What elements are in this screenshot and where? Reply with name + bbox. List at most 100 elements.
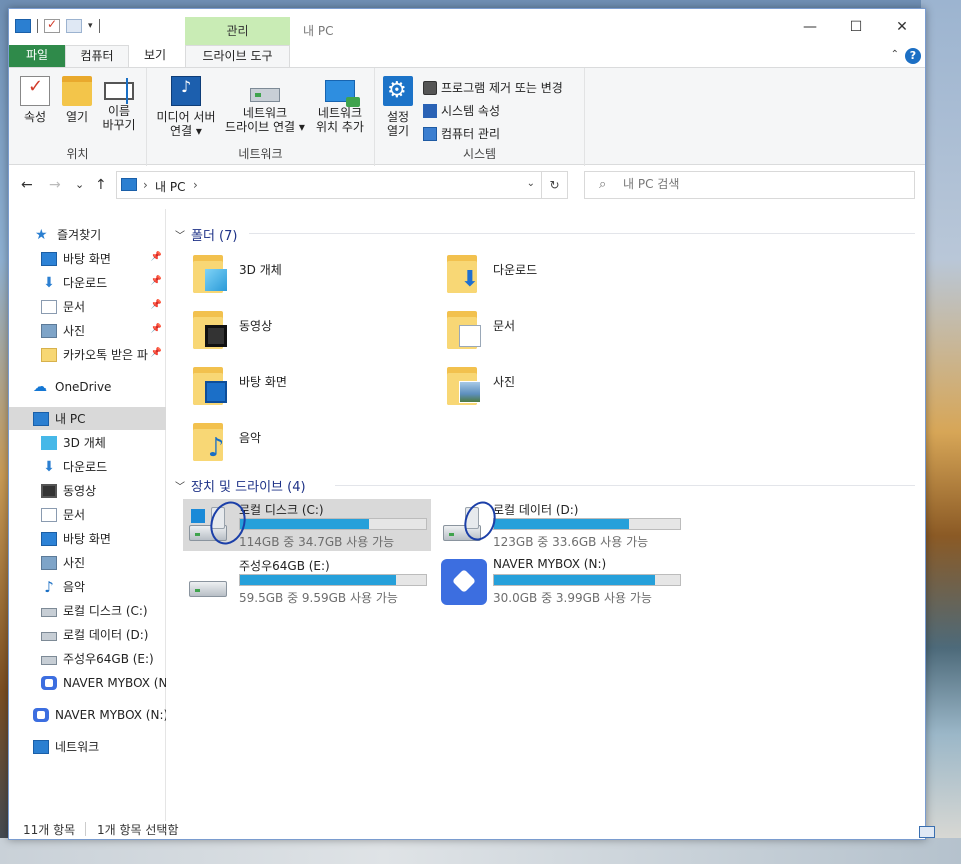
pin-icon[interactable]: 📌: [151, 300, 162, 310]
collapse-ribbon-icon[interactable]: ⌃: [891, 49, 899, 60]
nav-pc-desktop[interactable]: 바탕 화면: [9, 527, 166, 550]
nav-quick-pictures[interactable]: 사진 📌: [9, 319, 166, 342]
title-bar: ▾ 관리 내 PC — ☐ ✕: [9, 9, 925, 45]
music-icon: ♪: [207, 433, 225, 463]
window-controls: — ☐ ✕: [787, 9, 925, 45]
open-button[interactable]: 열기: [57, 76, 97, 124]
tab-drive-tools[interactable]: 드라이브 도구: [185, 45, 290, 67]
nav-quick-desktop[interactable]: 바탕 화면 📌: [9, 247, 166, 270]
map-network-drive-button[interactable]: 네트워크 드라이브 연결 ▾: [221, 76, 309, 134]
drive-e[interactable]: 주성우64GB (E:) 59.5GB 중 9.59GB 사용 가능: [183, 555, 431, 607]
nav-pc-3d-objects[interactable]: 3D 개체: [9, 431, 166, 454]
up-arrow-icon[interactable]: ↑: [95, 177, 107, 193]
nav-quick-downloads[interactable]: ⬇ 다운로드 📌: [9, 271, 166, 294]
breadcrumb-this-pc[interactable]: 내 PC: [155, 178, 185, 195]
maximize-button[interactable]: ☐: [833, 9, 879, 45]
drive-usage-fill: [494, 575, 656, 585]
customize-toolbar-icon[interactable]: ▾: [88, 21, 93, 31]
folder-desktop[interactable]: 바탕 화면: [193, 363, 433, 411]
nav-pc-videos[interactable]: 동영상: [9, 479, 166, 502]
folder-music[interactable]: ♪ 음악: [193, 419, 433, 467]
desktop-icon: [41, 531, 57, 546]
drive-usage-bar: [493, 574, 681, 586]
tab-view[interactable]: 보기: [129, 45, 181, 67]
pin-icon[interactable]: 📌: [151, 324, 162, 334]
nav-pc-drive-e[interactable]: 주성우64GB (E:): [9, 647, 166, 670]
drives-section-header[interactable]: ﹀ 장치 및 드라이브 (4): [175, 476, 306, 495]
minimize-button[interactable]: —: [787, 9, 833, 45]
nav-pc-drive-c[interactable]: 로컬 디스크 (C:): [9, 599, 166, 622]
nav-label: 3D 개체: [63, 436, 106, 450]
drive-n[interactable]: NAVER MYBOX (N:) 30.0GB 중 3.99GB 사용 가능: [437, 555, 685, 607]
folder-downloads[interactable]: ⬇ 다운로드: [447, 251, 687, 299]
section-divider: [335, 485, 915, 486]
nav-onedrive[interactable]: ☁ OneDrive: [9, 375, 166, 398]
nav-quick-documents[interactable]: 문서 📌: [9, 295, 166, 318]
nav-label: 네트워크: [55, 740, 100, 754]
drive-usage-bar: [239, 574, 427, 586]
media-server-button[interactable]: 미디어 서버 연결 ▾: [151, 76, 221, 138]
pin-icon[interactable]: 📌: [151, 276, 162, 286]
tab-computer[interactable]: 컴퓨터: [65, 45, 129, 67]
uninstall-label: 프로그램 제거 또는 변경: [441, 81, 563, 95]
back-arrow-icon[interactable]: ←: [21, 177, 33, 193]
folders-section-header[interactable]: ﹀ 폴더 (7): [175, 225, 237, 244]
this-pc-icon[interactable]: [15, 19, 31, 33]
properties-button[interactable]: 속성: [15, 76, 55, 124]
properties-icon: [20, 76, 50, 106]
media-server-icon: [171, 76, 201, 106]
search-input[interactable]: [623, 177, 903, 191]
nav-pc-music[interactable]: ♪ 음악: [9, 575, 166, 598]
collapse-chevron-icon[interactable]: ﹀: [175, 478, 185, 493]
folder-pictures[interactable]: 사진: [447, 363, 687, 411]
help-icon[interactable]: ?: [905, 48, 921, 64]
nav-pc-pictures[interactable]: 사진: [9, 551, 166, 574]
folder-videos[interactable]: 동영상: [193, 307, 433, 355]
collapse-chevron-icon[interactable]: ﹀: [175, 227, 185, 242]
nav-pc-documents[interactable]: 문서: [9, 503, 166, 526]
folder-documents[interactable]: 문서: [447, 307, 687, 355]
tiles-view-icon[interactable]: [919, 826, 935, 838]
ribbon-group-location: 속성 열기 이름 바꾸기 위치: [9, 68, 147, 166]
uninstall-program-button[interactable]: 프로그램 제거 또는 변경: [423, 76, 563, 99]
nav-pc-downloads[interactable]: ⬇ 다운로드: [9, 455, 166, 478]
open-settings-button[interactable]: 설정 열기: [381, 76, 415, 138]
drive-free-space: 59.5GB 중 9.59GB 사용 가능: [239, 591, 398, 605]
refresh-button[interactable]: ↻: [542, 171, 568, 199]
pin-icon[interactable]: 📌: [151, 348, 162, 358]
nav-label: 동영상: [63, 484, 97, 498]
system-properties-button[interactable]: 시스템 속성: [423, 99, 563, 122]
breadcrumb-separator[interactable]: ›: [143, 178, 148, 192]
nav-network[interactable]: 네트워크: [9, 735, 166, 758]
folder-name: 사진: [493, 375, 516, 389]
pin-icon[interactable]: 📌: [151, 252, 162, 262]
nav-label: 카카오톡 받은 파: [63, 348, 148, 362]
drive-name: 주성우64GB (E:): [239, 559, 330, 573]
nav-label: OneDrive: [55, 379, 112, 394]
nav-mybox[interactable]: NAVER MYBOX (N:): [9, 703, 166, 726]
tab-file[interactable]: 파일: [9, 45, 65, 67]
forward-arrow-icon[interactable]: →: [49, 177, 61, 193]
3d-objects-icon: [41, 435, 57, 450]
search-box[interactable]: ⌕: [584, 171, 915, 199]
nav-pc-drive-n[interactable]: NAVER MYBOX (N:): [9, 671, 166, 694]
rename-button[interactable]: 이름 바꾸기: [97, 76, 141, 132]
nav-quick-access[interactable]: ★ 즐겨찾기: [9, 223, 166, 246]
ribbon-group-title: 위치: [66, 147, 89, 161]
breadcrumb-separator[interactable]: ›: [193, 178, 198, 192]
add-network-location-button[interactable]: 네트워크 위치 추가: [309, 76, 371, 134]
manage-contextual-label[interactable]: 관리: [185, 22, 290, 39]
recent-locations-icon[interactable]: ⌄: [75, 178, 84, 191]
address-bar[interactable]: › 내 PC › ⌄: [116, 171, 542, 199]
properties-icon[interactable]: [44, 17, 60, 33]
close-button[interactable]: ✕: [879, 9, 925, 45]
nav-pc-drive-d[interactable]: 로컬 데이터 (D:): [9, 623, 166, 646]
nav-this-pc[interactable]: 내 PC: [9, 407, 166, 430]
document-icon: [41, 507, 57, 522]
new-folder-icon[interactable]: [66, 19, 82, 33]
nav-quick-kakaotalk[interactable]: 카카오톡 받은 파 📌: [9, 343, 166, 366]
address-history-dropdown-icon[interactable]: ⌄: [527, 178, 535, 189]
folder-icon: ♪: [193, 419, 229, 461]
computer-management-button[interactable]: 컴퓨터 관리: [423, 122, 563, 145]
folder-3d-objects[interactable]: 3D 개체: [193, 251, 433, 299]
